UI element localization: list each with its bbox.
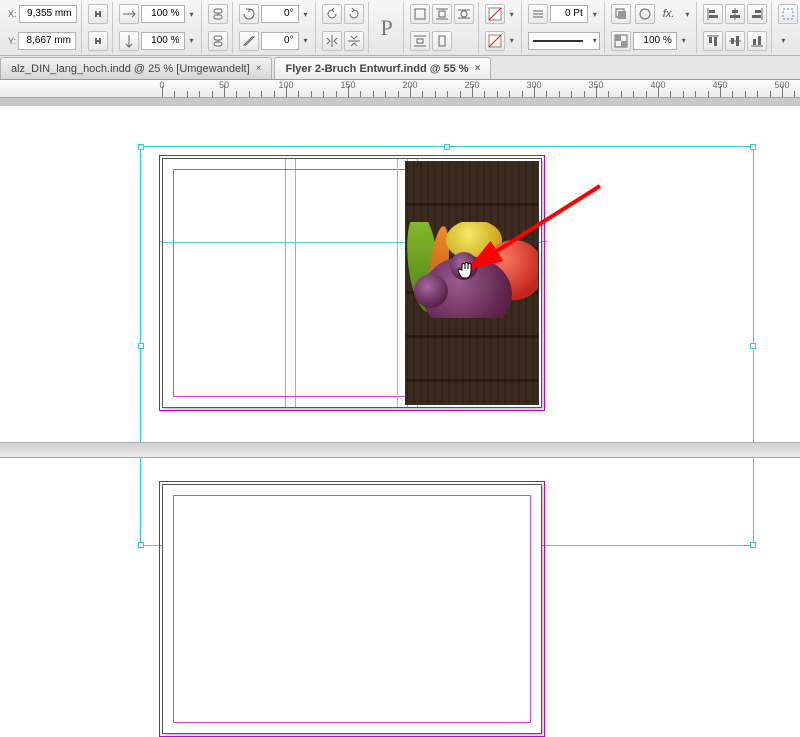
paragraph-icon-group: P [371,2,404,53]
position-group: X: Y: [4,2,82,53]
tab-active[interactable]: Flyer 2-Bruch Entwurf.indd @ 55 % × [274,57,491,79]
wrap-shape-icon[interactable] [454,4,474,24]
spread-gap [0,442,800,458]
align-left-icon[interactable] [703,4,723,24]
scale-x-icon [119,4,139,24]
stroke-weight-group: ▾ [524,2,605,53]
margin-guide [173,495,531,723]
stroke-weight-icon [528,4,548,24]
shear-field[interactable] [261,32,299,50]
paragraph-style-icon[interactable]: P [375,15,399,41]
x-label: X: [8,9,17,19]
align-group [699,2,772,53]
chevron-down-icon[interactable]: ▾ [682,5,692,23]
wrap-jump-icon[interactable] [410,31,430,51]
ruler-label: 50 [219,80,229,90]
chevron-down-icon[interactable]: ▾ [187,5,197,23]
spread-bottom[interactable] [162,484,542,734]
document-canvas[interactable] [0,98,800,600]
stroke-swatch-icon[interactable] [485,31,505,51]
ruler-label: 300 [526,80,541,90]
feather-icon[interactable] [635,4,655,24]
close-icon[interactable]: × [475,58,481,80]
align-bottom-icon[interactable] [747,31,767,51]
ruler-label: 100 [278,80,293,90]
tab-label: alz_DIN_lang_hoch.indd @ 25 % [Umgewande… [11,58,250,80]
opacity-icon [611,31,631,51]
constrain-wh-icon[interactable] [88,4,108,24]
rotate-buttons-group [318,2,369,53]
scale-y-field[interactable] [141,32,185,50]
fill-swatch-icon[interactable] [485,4,505,24]
ruler-label: 400 [650,80,665,90]
image-frame[interactable] [405,161,539,405]
scale-group: ▾ ▾ [115,2,202,53]
y-field[interactable] [18,32,76,50]
align-center-icon[interactable] [725,4,745,24]
chevron-down-icon[interactable]: ▾ [301,5,311,23]
chevron-down-icon[interactable]: ▾ [507,32,517,50]
rotate-cw-icon[interactable] [344,4,364,24]
control-panel: X: Y: ▾ ▾ [0,0,800,56]
rotate-field[interactable] [261,5,299,23]
align-top-icon[interactable] [703,31,723,51]
wrap-column-icon[interactable] [432,31,452,51]
ruler-label: 350 [588,80,603,90]
swatch-group: ▾ ▾ [481,2,522,53]
drop-shadow-icon[interactable] [611,4,631,24]
chevron-down-icon[interactable]: ▾ [778,32,788,50]
column-guide [295,159,296,407]
flip-vertical-icon[interactable] [344,31,364,51]
ruler-label: 150 [340,80,355,90]
x-field[interactable] [19,5,77,23]
stroke-weight-field[interactable] [550,5,588,23]
chevron-down-icon[interactable]: ▾ [301,32,311,50]
ruler-label: 0 [159,80,164,90]
tab-inactive[interactable]: alz_DIN_lang_hoch.indd @ 25 % [Umgewande… [0,57,272,79]
shear-icon [239,31,259,51]
ruler-label: 250 [464,80,479,90]
rotate-icon [239,4,259,24]
tab-label: Flyer 2-Bruch Entwurf.indd @ 55 % [285,58,468,80]
wrap-none-icon[interactable] [410,4,430,24]
y-label: Y: [8,36,16,46]
chevron-down-icon[interactable]: ▾ [187,32,197,50]
spread-top[interactable] [162,158,542,408]
constrain-scale-icon[interactable] [208,4,228,24]
select-container-icon[interactable] [778,4,798,24]
flip-horizontal-icon[interactable] [322,31,342,51]
distribute-group: ▾ [774,2,800,53]
rotate-shear-group: ▾ ▾ [235,2,316,53]
link-scale-group [204,2,233,53]
constrain-scale-icon[interactable] [208,31,228,51]
chevron-down-icon[interactable]: ▾ [679,32,689,50]
constrain-wh-icon[interactable] [88,31,108,51]
document-tabs: alz_DIN_lang_hoch.indd @ 25 % [Umgewande… [0,56,800,80]
align-middle-icon[interactable] [725,31,745,51]
guide-vertical[interactable] [397,159,398,407]
scale-y-icon [119,31,139,51]
scale-x-field[interactable] [141,5,185,23]
ruler-label: 450 [712,80,727,90]
wrap-group [406,2,479,53]
opacity-field[interactable] [633,32,677,50]
rotate-ccw-icon[interactable] [322,4,342,24]
fx-label[interactable]: fx. [659,8,679,20]
ruler-label: 500 [774,80,789,90]
chevron-down-icon[interactable]: ▾ [507,5,517,23]
stroke-style-dropdown[interactable] [528,32,600,50]
link-group [84,2,113,53]
close-icon[interactable]: × [256,58,262,80]
chevron-down-icon[interactable]: ▾ [590,5,600,23]
column-guide [285,159,286,407]
pasteboard-edge [0,98,800,106]
effects-group: fx. ▾ ▾ [607,2,698,53]
ruler-label: 200 [402,80,417,90]
align-right-icon[interactable] [747,4,767,24]
horizontal-ruler[interactable]: 0 50 100 150 200 250 300 350 400 450 500 [0,80,800,98]
produce-image [406,222,538,318]
wrap-bounding-icon[interactable] [432,4,452,24]
